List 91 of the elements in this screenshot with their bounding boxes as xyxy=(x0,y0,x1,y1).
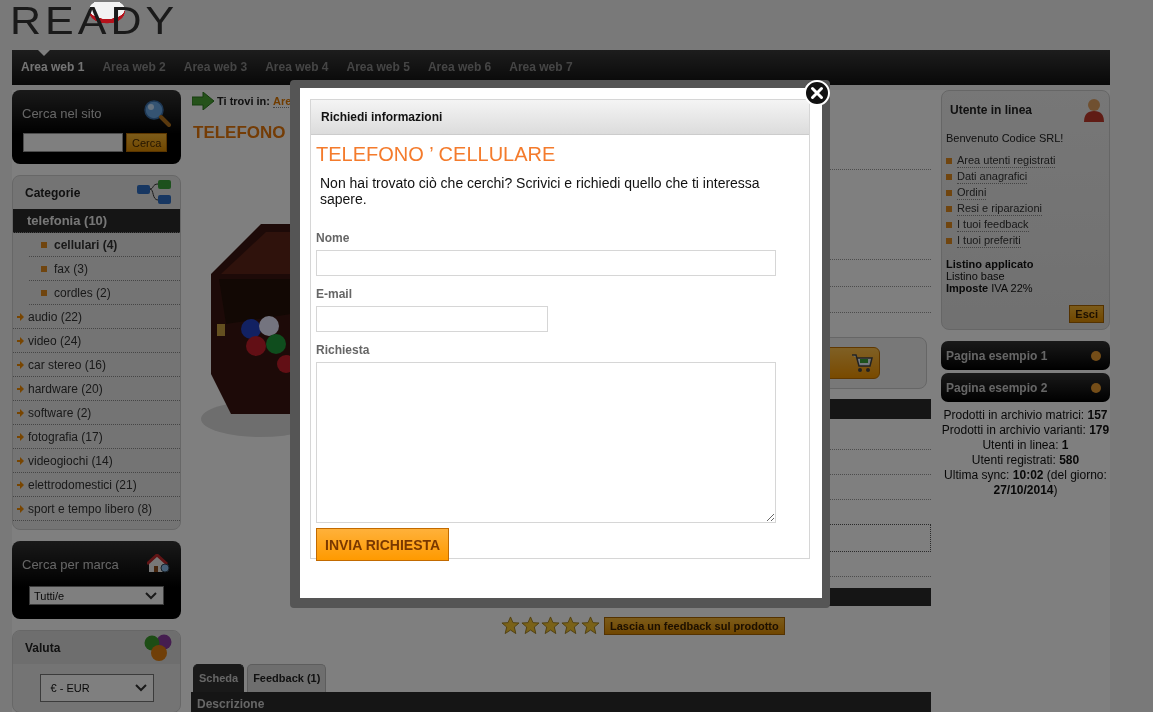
stats-line: Utenti in linea: 1 xyxy=(981,438,1070,453)
arrow-icon xyxy=(192,92,214,110)
stats-line: Prodotti in archivio varianti: 179 xyxy=(941,423,1110,438)
bullet-icon xyxy=(946,190,952,196)
tax-text: Imposte IVA 22% xyxy=(946,282,1034,294)
nav-tab[interactable]: Area web 1 xyxy=(12,50,94,85)
category-link[interactable]: car stereo (16) xyxy=(28,357,107,372)
page-button[interactable]: Pagina esempio 1 xyxy=(941,341,1110,370)
account-link[interactable]: Resi e riparazioni xyxy=(957,202,1042,216)
text-field[interactable] xyxy=(316,250,776,276)
category-item[interactable]: telefonia (10) xyxy=(13,209,180,233)
arrow-icon xyxy=(17,504,24,513)
bullet-icon xyxy=(946,222,952,228)
star-icon xyxy=(501,616,520,635)
arrow-icon xyxy=(17,408,24,417)
star-icon xyxy=(521,616,540,635)
currency-select[interactable]: € - EUR xyxy=(39,674,154,702)
house-icon xyxy=(147,554,171,574)
product-title: TELEFONO xyxy=(193,122,287,144)
panel-title: Valuta xyxy=(25,640,61,655)
category-link[interactable]: fax (3) xyxy=(54,261,88,276)
category-link[interactable]: video (24) xyxy=(28,333,82,348)
star-icon xyxy=(581,616,600,635)
bullet-icon xyxy=(41,265,47,272)
tree-icon xyxy=(136,179,172,206)
category-link[interactable]: audio (22) xyxy=(28,309,83,324)
search-icon xyxy=(143,99,171,127)
category-link[interactable]: videogiochi (14) xyxy=(28,453,113,468)
category-link[interactable]: software (2) xyxy=(28,405,92,420)
field-label: Nome xyxy=(316,231,351,245)
submit-button[interactable]: INVIA RICHIESTA xyxy=(316,528,450,561)
category-link[interactable]: sport e tempo libero (8) xyxy=(28,501,153,516)
account-link[interactable]: Dati anagrafici xyxy=(957,170,1028,184)
star-icon xyxy=(541,616,560,635)
account-link[interactable]: I tuoi feedback xyxy=(957,218,1029,232)
message-field[interactable] xyxy=(316,362,776,523)
category-link[interactable]: cellulari (4) xyxy=(54,237,118,252)
bullet-icon xyxy=(946,238,952,244)
account-link[interactable]: Ordini xyxy=(957,186,987,200)
coins-icon xyxy=(144,633,172,662)
text-field[interactable] xyxy=(316,306,548,332)
panel-title: Cerca nel sito xyxy=(22,105,102,121)
arrow-icon xyxy=(17,312,24,321)
stats-line: Ultima sync: 10:02 (del giorno: 27/10/2014) xyxy=(943,468,1108,498)
arrow-icon xyxy=(17,480,24,489)
search-field[interactable] xyxy=(23,133,123,152)
category-link[interactable]: fotografia (17) xyxy=(28,429,103,444)
category-link[interactable]: hardware (20) xyxy=(28,381,103,396)
panel-title: Utente in linea xyxy=(950,103,1032,117)
account-link[interactable]: I tuoi preferiti xyxy=(957,234,1021,248)
brand-select[interactable]: Tutti/e xyxy=(29,586,164,605)
bullet-icon xyxy=(41,289,47,296)
pricelist-label: Listino applicato xyxy=(946,258,1035,270)
arrow-icon xyxy=(17,432,24,441)
arrow-icon xyxy=(17,360,24,369)
feedback-button[interactable]: Lascia un feedback sul prodotto xyxy=(604,616,785,635)
dialog-title: TELEFONO ’ CELLULARE xyxy=(316,143,557,165)
panel-title: Cerca per marca xyxy=(22,556,119,572)
pricelist-value: Listino base xyxy=(946,270,1006,282)
chevron-icon xyxy=(145,591,157,600)
field-label: E-mail xyxy=(316,287,353,301)
field-label: Richiesta xyxy=(316,343,371,357)
logout-button[interactable]: Esci xyxy=(1069,305,1104,323)
stats-line: Utenti registrati: 580 xyxy=(970,453,1081,468)
bullet-icon xyxy=(946,174,952,180)
stats-line: Prodotti in archivio matrici: 157 xyxy=(942,408,1109,423)
intro-text: Non hai trovato ciò che cerchi? Scrivici e richiedi quello che ti interessa sapere. xyxy=(320,175,761,207)
section-header: Descrizione xyxy=(191,692,931,712)
arrow-icon xyxy=(17,456,24,465)
panel-title: Categorie xyxy=(25,185,81,200)
chevron-icon xyxy=(134,684,147,692)
breadcrumb-label: Ti trovi in: xyxy=(217,95,270,107)
arrow-icon xyxy=(17,384,24,393)
tab[interactable]: Scheda xyxy=(193,664,245,692)
cart-icon xyxy=(851,352,873,374)
welcome-text: Benvenuto Codice SRL! xyxy=(946,132,1065,144)
bullet-icon xyxy=(946,158,952,164)
page-button[interactable]: Pagina esempio 2 xyxy=(941,373,1110,402)
user-icon xyxy=(1084,98,1104,122)
search-button[interactable]: Cerca xyxy=(126,133,168,152)
account-link[interactable]: Area utenti registrati xyxy=(957,154,1056,168)
category-link[interactable]: elettrodomestici (21) xyxy=(28,477,137,492)
bullet-icon xyxy=(41,241,47,248)
star-icon xyxy=(561,616,580,635)
arrow-icon xyxy=(17,336,24,345)
category-link[interactable]: cordles (2) xyxy=(54,285,111,300)
dot-icon xyxy=(1091,382,1101,393)
dialog-header: Richiedi informazioni xyxy=(311,100,809,135)
bullet-icon xyxy=(946,206,952,212)
dot-icon xyxy=(1091,350,1101,361)
tab[interactable]: Feedback (1) xyxy=(247,664,327,692)
